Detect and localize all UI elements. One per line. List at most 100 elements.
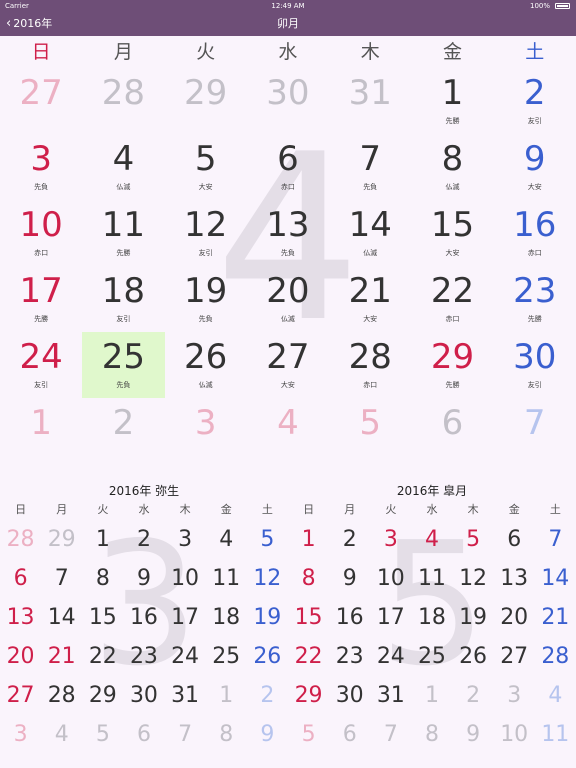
next-month-day-number: 22 (294, 644, 323, 669)
prev-month-weekday-label: 水 (138, 503, 150, 516)
status-time: 12:49 AM (271, 2, 305, 10)
prev-month-week-row: 20 21 22 23 24 25 26 (0, 637, 288, 676)
day-cell[interactable]: 23 先勝 (494, 266, 576, 332)
day-cell[interactable]: 1 先勝 (411, 68, 493, 134)
day-cell[interactable]: 24 友引 (0, 332, 82, 398)
day-cell[interactable]: 4 (247, 398, 329, 464)
day-cell[interactable]: 27 大安 (247, 332, 329, 398)
day-cell[interactable]: 11 先勝 (82, 200, 164, 266)
day-cell[interactable]: 6 赤口 (247, 134, 329, 200)
calendar-week-row: 24 友引 25 先負 26 仏滅 27 大安 28 赤口 29 先勝 30 友引 (0, 332, 576, 398)
day-cell[interactable]: 26 仏滅 (165, 332, 247, 398)
prev-month-day-number: 15 (88, 605, 117, 630)
calendar-week-row: 1 2 3 4 5 6 7 (0, 398, 576, 464)
day-cell[interactable]: 29 (165, 68, 247, 134)
day-cell[interactable]: 3 先負 (0, 134, 82, 200)
day-number: 26 (184, 337, 228, 377)
day-cell[interactable]: 17 先勝 (0, 266, 82, 332)
day-cell[interactable]: 15 大安 (411, 200, 493, 266)
day-cell[interactable]: 8 仏滅 (411, 134, 493, 200)
battery-icon (555, 3, 570, 9)
prev-month-week-row: 13 14 15 16 17 18 19 (0, 598, 288, 637)
day-number: 30 (513, 337, 557, 377)
day-number: 28 (348, 337, 392, 377)
day-cell[interactable]: 29 先勝 (411, 332, 493, 398)
status-bar: Carrier 12:49 AM 100% (0, 0, 576, 12)
day-cell[interactable]: 7 (494, 398, 576, 464)
day-number: 3 (194, 403, 217, 443)
next-month-weekday-label: 月 (344, 503, 356, 516)
day-cell[interactable]: 5 (329, 398, 411, 464)
day-cell[interactable]: 30 (247, 68, 329, 134)
day-cell[interactable]: 5 大安 (165, 134, 247, 200)
next-month-day-number: 10 (376, 566, 405, 591)
day-cell[interactable]: 13 先負 (247, 200, 329, 266)
day-number: 8 (441, 139, 464, 179)
day-number: 27 (266, 337, 310, 377)
next-month-day-number: 7 (548, 527, 563, 552)
day-number: 4 (112, 139, 135, 179)
rokuyo-label: 友引 (34, 381, 49, 389)
day-cell[interactable]: 2 友引 (494, 68, 576, 134)
day-cell[interactable]: 30 友引 (494, 332, 576, 398)
day-number: 29 (184, 73, 228, 113)
day-number: 9 (523, 139, 546, 179)
main-calendar: 日月火水木金土 27 28 29 30 31 1 先勝 2 友引 3 先負 4 仏滅 5 大安 6 赤口 7 先負 8… (0, 36, 576, 464)
day-number: 22 (430, 271, 475, 311)
day-cell[interactable]: 10 赤口 (0, 200, 82, 266)
day-cell[interactable]: 21 大安 (329, 266, 411, 332)
prev-month-day-number: 10 (171, 566, 200, 591)
day-number: 25 (101, 337, 146, 377)
prev-month-day-number: 9 (260, 722, 275, 747)
rokuyo-label: 仏滅 (116, 183, 131, 191)
rokuyo-label: 先負 (198, 315, 213, 323)
day-cell[interactable]: 16 赤口 (494, 200, 576, 266)
rokuyo-label: 先勝 (445, 381, 460, 389)
rokuyo-label: 仏滅 (445, 183, 460, 191)
day-cell[interactable]: 1 (0, 398, 82, 464)
prev-month-day-number: 3 (13, 722, 28, 747)
day-number: 11 (101, 205, 146, 245)
day-cell[interactable]: 2 (82, 398, 164, 464)
prev-month-weekday-label: 金 (220, 503, 232, 516)
prev-month-day-number: 16 (129, 605, 158, 630)
prev-month-day-number: 21 (47, 644, 76, 669)
day-cell[interactable]: 27 (0, 68, 82, 134)
day-cell[interactable]: 12 友引 (165, 200, 247, 266)
next-month-calendar[interactable]: 2016年 皐月 日月火水木金土 1 2 3 4 5 6 7 8 9 10 11 12 13 14 15 16… (288, 482, 576, 754)
day-number: 14 (348, 205, 392, 245)
day-cell[interactable]: 6 (411, 398, 493, 464)
prev-month-day-number: 18 (212, 605, 241, 630)
rokuyo-label: 大安 (527, 183, 542, 191)
day-cell[interactable]: 28 赤口 (329, 332, 411, 398)
prev-month-weekday-label: 火 (97, 503, 109, 516)
next-month-day-number: 6 (507, 527, 522, 552)
day-cell[interactable]: 9 大安 (494, 134, 576, 200)
prev-month-weekday-header: 日月火水木金土 (0, 500, 288, 520)
prev-month-day-number: 5 (95, 722, 110, 747)
day-cell[interactable]: 20 仏滅 (247, 266, 329, 332)
rokuyo-label: 先勝 (445, 117, 460, 125)
prev-month-day-number: 27 (6, 683, 35, 708)
day-cell[interactable]: 18 友引 (82, 266, 164, 332)
day-cell[interactable]: 4 仏滅 (82, 134, 164, 200)
day-cell[interactable]: 7 先負 (329, 134, 411, 200)
day-cell[interactable]: 3 (165, 398, 247, 464)
today-cell[interactable]: 25 先負 (82, 332, 165, 398)
next-month-week-row: 15 16 17 18 19 20 21 (288, 598, 576, 637)
weekday-label: 金 (442, 41, 462, 63)
prev-month-day-number: 7 (54, 566, 69, 591)
next-month-weekday-label: 日 (303, 503, 315, 516)
day-number: 6 (277, 139, 299, 179)
day-cell[interactable]: 31 (329, 68, 411, 134)
day-cell[interactable]: 19 先負 (165, 266, 247, 332)
prev-month-day-number: 8 (219, 722, 234, 747)
prev-month-calendar[interactable]: 2016年 弥生 日月火水木金土 28 29 1 2 3 4 5 6 7 8 9 10 11 12 13 14… (0, 482, 288, 754)
next-month-day-number: 5 (301, 722, 316, 747)
day-cell[interactable]: 28 (82, 68, 164, 134)
day-cell[interactable]: 14 仏滅 (329, 200, 411, 266)
day-cell[interactable]: 22 赤口 (411, 266, 493, 332)
day-number: 5 (194, 139, 217, 179)
rokuyo-label: 友引 (198, 249, 213, 257)
prev-month-day-number: 1 (95, 527, 110, 552)
